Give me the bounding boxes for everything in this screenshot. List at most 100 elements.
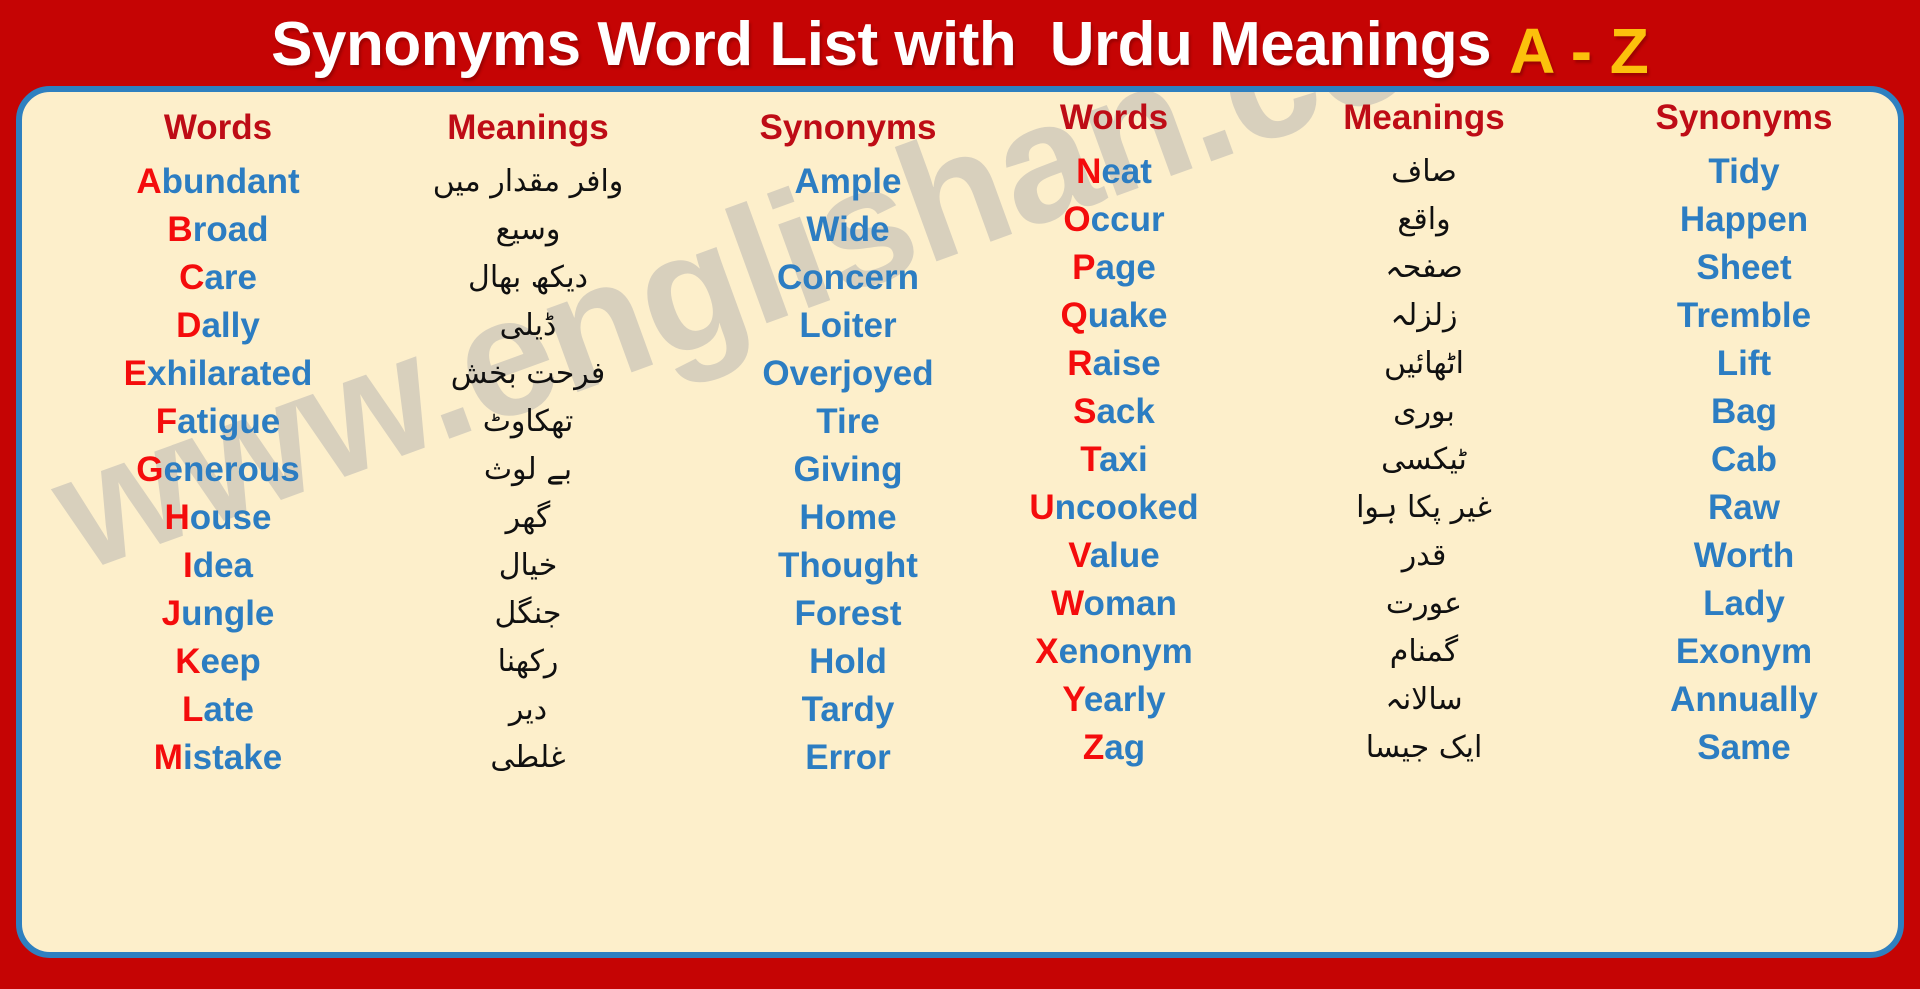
word-remainder: ouse xyxy=(189,498,272,538)
left-header-words: Words xyxy=(163,108,273,147)
table-row-word: House xyxy=(68,494,368,542)
table-row-word: Jungle xyxy=(68,590,368,638)
table-row-urdu-meaning: دیکھ بھال xyxy=(468,260,588,296)
word-remainder: ally xyxy=(201,306,260,346)
word-initial-letter: I xyxy=(182,546,193,586)
word-initial-letter: A xyxy=(136,162,162,202)
table-row-urdu-meaning: جنگل xyxy=(494,596,562,632)
table-row-synonym: Lady xyxy=(1703,584,1785,624)
table-row-synonym: Same xyxy=(1697,728,1791,768)
word-initial-letter: P xyxy=(1072,248,1096,288)
table-row-urdu-meaning: صفحہ xyxy=(1385,250,1463,286)
word-initial-letter: H xyxy=(164,498,190,538)
word-initial-letter: D xyxy=(176,306,202,346)
table-row-word: Zag xyxy=(964,724,1264,772)
table-row-urdu-meaning: صاف xyxy=(1391,154,1457,190)
left-header-synonyms: Synonyms xyxy=(759,108,937,147)
table-row-urdu-meaning: سالانہ xyxy=(1385,682,1463,718)
table-row-urdu-meaning: ڈیلی xyxy=(499,308,557,344)
word-initial-letter: N xyxy=(1076,152,1102,192)
word-remainder: enerous xyxy=(163,450,300,490)
word-initial-letter: Y xyxy=(1062,680,1084,720)
table-row-synonym: Ample xyxy=(794,162,902,202)
word-initial-letter: Q xyxy=(1060,296,1088,336)
table-row-word: Raise xyxy=(964,340,1264,388)
content-panel: www.englishan.com Words Meanings Synonym… xyxy=(16,86,1904,958)
table-row-urdu-meaning: رکھنا xyxy=(497,644,559,680)
word-remainder: xhilarated xyxy=(147,354,313,394)
table-row-synonym: Tidy xyxy=(1708,152,1780,192)
table-row-word: Yearly xyxy=(964,676,1264,724)
word-initial-letter: M xyxy=(153,738,183,778)
word-initial-letter: C xyxy=(179,258,205,298)
word-remainder: oman xyxy=(1083,584,1177,624)
table-row-synonym: Lift xyxy=(1716,344,1772,384)
table-row-word: Abundant xyxy=(68,158,368,206)
table-row-synonym: Loiter xyxy=(799,306,897,346)
table-row-word: Uncooked xyxy=(964,484,1264,532)
right-table-half: Words Meanings Synonyms Neat صاف Tidy Occur… xyxy=(954,92,1898,952)
table-row-synonym: Home xyxy=(799,498,897,538)
table-row-word: Generous xyxy=(68,446,368,494)
table-row-urdu-meaning: وافر مقدار میں xyxy=(432,164,624,200)
word-remainder: ccur xyxy=(1090,200,1165,240)
page-title: Synonyms Word List with Urdu Meanings xyxy=(271,10,1492,79)
table-row-urdu-meaning: گمنام xyxy=(1389,634,1459,670)
table-row-urdu-meaning: گھر xyxy=(505,500,551,536)
table-row-urdu-meaning: خیال xyxy=(498,548,558,584)
word-remainder: dea xyxy=(192,546,254,586)
table-row-synonym: Bag xyxy=(1710,392,1778,432)
word-remainder: atigue xyxy=(177,402,281,442)
word-remainder: axi xyxy=(1099,440,1148,480)
word-initial-letter: X xyxy=(1035,632,1059,672)
table-row-word: Xenonym xyxy=(964,628,1264,676)
table-row-synonym: Error xyxy=(805,738,891,778)
word-initial-letter: F xyxy=(155,402,178,442)
word-initial-letter: S xyxy=(1073,392,1097,432)
word-remainder: eat xyxy=(1101,152,1152,192)
word-remainder: ag xyxy=(1104,728,1146,768)
right-header-synonyms: Synonyms xyxy=(1655,98,1833,137)
table-row-synonym: Worth xyxy=(1693,536,1795,576)
word-initial-letter: B xyxy=(167,210,193,250)
table-row-word: Value xyxy=(964,532,1264,580)
table-row-word: Exhilarated xyxy=(68,350,368,398)
word-initial-letter: O xyxy=(1063,200,1091,240)
table-row-urdu-meaning: زلزلہ xyxy=(1390,298,1458,334)
word-remainder: aise xyxy=(1092,344,1161,384)
table-row-synonym: Raw xyxy=(1708,488,1780,528)
left-table-half: Words Meanings Synonyms Abundant وافر مقد… xyxy=(22,92,966,952)
word-remainder: age xyxy=(1095,248,1156,288)
poster-title-bar: Synonyms Word List with Urdu Meanings A … xyxy=(0,0,1920,90)
table-row-synonym: Wide xyxy=(806,210,890,250)
word-remainder: early xyxy=(1083,680,1166,720)
table-row-word: Fatigue xyxy=(68,398,368,446)
word-remainder: istake xyxy=(182,738,283,778)
table-row-urdu-meaning: دیر xyxy=(508,692,548,728)
left-table-grid: Words Meanings Synonyms Abundant وافر مقد… xyxy=(68,108,966,782)
table-row-urdu-meaning: اٹھائیں xyxy=(1384,346,1464,382)
table-row-word: Care xyxy=(68,254,368,302)
table-row-urdu-meaning: بے لوث xyxy=(483,452,573,488)
word-remainder: road xyxy=(192,210,269,250)
table-row-urdu-meaning: ٹیکسی xyxy=(1381,442,1467,478)
table-row-urdu-meaning: ایک جیسا xyxy=(1365,730,1483,766)
left-header-meanings: Meanings xyxy=(447,108,609,147)
table-row-synonym: Overjoyed xyxy=(762,354,934,394)
table-row-synonym: Tardy xyxy=(801,690,895,730)
word-initial-letter: G xyxy=(136,450,164,490)
word-remainder: bundant xyxy=(161,162,300,202)
word-initial-letter: J xyxy=(161,594,182,634)
table-row-word: Taxi xyxy=(964,436,1264,484)
word-remainder: are xyxy=(204,258,257,298)
table-row-synonym: Forest xyxy=(794,594,902,634)
table-row-word: Quake xyxy=(964,292,1264,340)
table-row-word: Neat xyxy=(964,148,1264,196)
table-row-word: Broad xyxy=(68,206,368,254)
table-row-urdu-meaning: واقع xyxy=(1397,202,1451,238)
table-row-urdu-meaning: عورت xyxy=(1385,586,1463,622)
word-remainder: enonym xyxy=(1058,632,1193,672)
right-table-grid: Words Meanings Synonyms Neat صاف Tidy Occur… xyxy=(964,98,1898,772)
word-remainder: alue xyxy=(1089,536,1160,576)
table-row-synonym: Sheet xyxy=(1696,248,1792,288)
